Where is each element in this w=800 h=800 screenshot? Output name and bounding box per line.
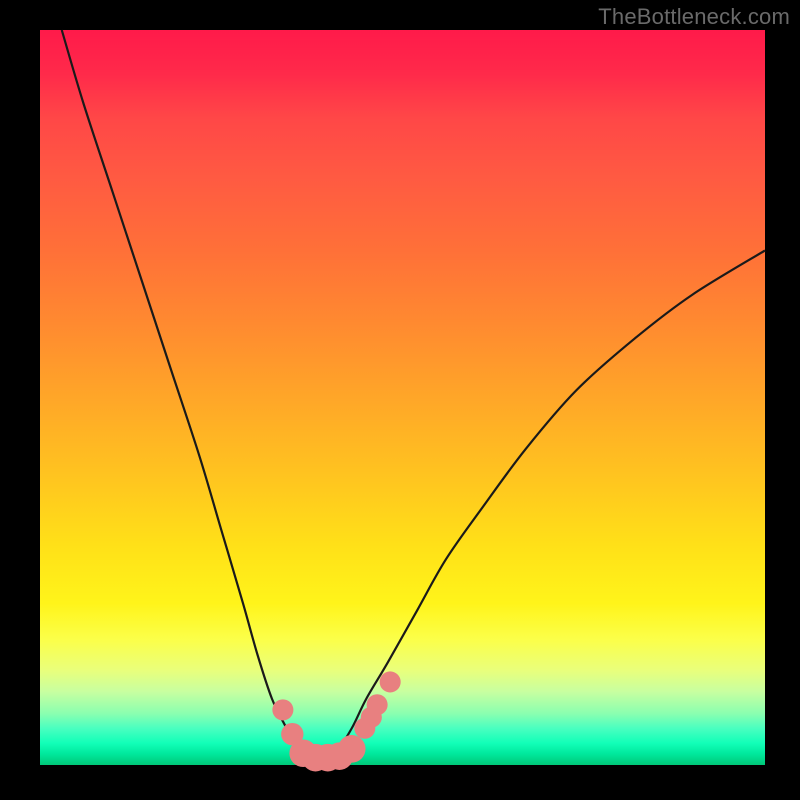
marker-dot [272,699,293,720]
watermark-text: TheBottleneck.com [598,4,790,30]
curve-path [62,30,765,759]
chart-frame: TheBottleneck.com [0,0,800,800]
markers-group [272,671,400,771]
plot-area [40,30,765,765]
marker-dot [367,694,388,715]
bottleneck-curve [40,30,765,765]
marker-dot [338,735,366,763]
marker-dot [380,671,401,692]
